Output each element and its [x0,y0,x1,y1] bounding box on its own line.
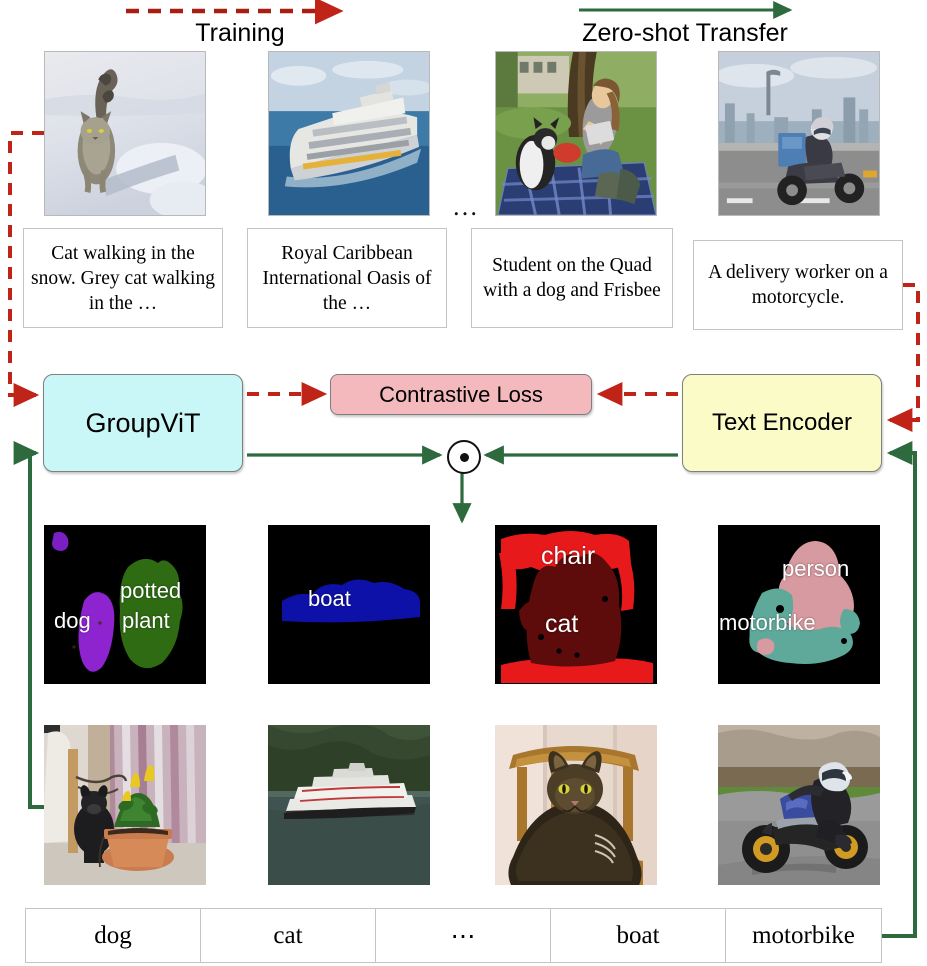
dog-and-pottedplant-photo[interactable] [44,725,206,885]
mask-label-cat: cat [545,610,579,638]
contrastive-loss-label: Contrastive Loss [379,381,543,407]
mask-label-plant: plant [122,608,170,633]
mask-label-boat: boat [308,586,351,611]
figure-canvas: Training Zero-shot Transfer … Cat walkin… [0,0,927,966]
contrastive-loss-box[interactable]: Contrastive Loss [330,374,592,415]
segmentation-person-motorbike: person motorbike [718,525,880,684]
text-encoder-box[interactable]: Text Encoder [682,374,882,472]
caption-box-4: A delivery worker on a motorcycle. [693,240,903,330]
mask-label-chair: chair [541,542,596,570]
class-cell-ellipsis: ⋯ [376,909,551,962]
student-with-dog-photo[interactable] [495,51,657,216]
mask-label-person: person [782,556,850,581]
dot-product-center-dot [459,452,469,462]
mask-label-motorbike: motorbike [719,610,816,635]
caption-box-1: Cat walking in the snow. Grey cat walkin… [23,228,223,328]
training-phase-label: Training [195,19,285,47]
training-images-ellipsis: … [452,192,480,221]
groupvit-label: GroupViT [85,407,201,438]
class-cell-motorbike[interactable]: motorbike [726,909,881,962]
class-names-table: dog cat ⋯ boat motorbike [25,908,882,963]
zeroshot-phase-label: Zero-shot Transfer [582,19,788,47]
class-cell-boat[interactable]: boat [551,909,726,962]
cruise-ship-fjord-photo[interactable] [268,725,430,885]
segmentation-dog-pottedplant: potted dog plant [44,525,206,684]
cat-on-chair-photo[interactable] [495,725,657,885]
caption-box-3: Student on the Quad with a dog and Frisb… [471,228,673,328]
class-cell-cat[interactable]: cat [201,909,376,962]
groupvit-box[interactable]: GroupViT [43,374,243,472]
mask-label-dog: dog [54,608,91,633]
segmentation-chair-cat: chair cat [495,525,657,684]
mask-label-potted: potted [120,578,182,603]
class-cell-dog[interactable]: dog [26,909,201,962]
cat-in-snow-photo[interactable] [44,51,206,216]
segmentation-boat: boat [268,525,430,684]
classnames-to-textencoder-wire [882,441,917,938]
cruise-ship-photo[interactable] [268,51,430,216]
caption-box-2: Royal Caribbean International Oasis of t… [247,228,447,328]
delivery-rider-photo[interactable] [718,51,880,216]
dot-product-operator [447,440,481,474]
text-encoder-label: Text Encoder [711,409,853,436]
motorbike-rider-photo[interactable] [718,725,880,885]
